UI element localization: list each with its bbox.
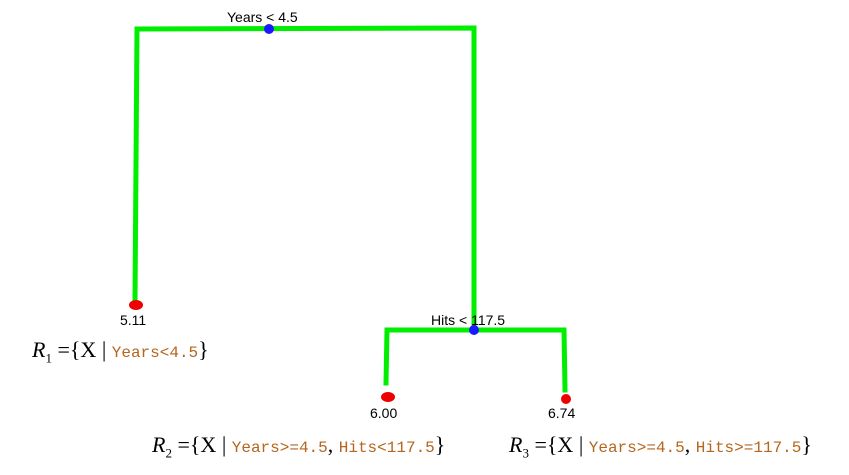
leaf-value-3: 6.74 xyxy=(548,405,575,421)
region-r2-open: {X | xyxy=(189,432,227,457)
region-r3-close: } xyxy=(801,432,812,457)
region-r3-equals: = xyxy=(534,432,547,457)
region-r1-equals: = xyxy=(57,337,70,362)
region-r2-separator: , xyxy=(327,432,334,457)
leaf-value-2: 6.00 xyxy=(370,405,397,421)
region-r1-close: } xyxy=(198,337,209,362)
region-r3-condition-1: Years>=4.5 xyxy=(588,439,685,457)
region-r2-symbol: R xyxy=(152,432,166,457)
region-r3: R3 ={X | Years>=4.5, Hits>=117.5} xyxy=(509,432,812,461)
region-r2-equals: = xyxy=(177,432,190,457)
region-r3-condition-2: Hits>=117.5 xyxy=(695,439,802,457)
region-r2-condition-1: Years>=4.5 xyxy=(231,439,328,457)
leaf-node-3 xyxy=(561,394,571,404)
region-r3-open: {X | xyxy=(546,432,584,457)
region-r1-condition: Years<4.5 xyxy=(111,344,199,362)
region-r2-close: } xyxy=(434,432,446,457)
region-r1-symbol: R xyxy=(32,337,46,362)
region-r3-separator: , xyxy=(684,432,691,457)
region-r1: R1 ={X | Years<4.5} xyxy=(32,337,209,366)
root-split-label: Years < 4.5 xyxy=(227,9,298,25)
region-r2: R2 ={X | Years>=4.5, Hits<117.5} xyxy=(152,432,445,461)
region-r3-subscript: 3 xyxy=(522,445,529,461)
tree-canvas: Years < 4.5 Hits < 117.5 5.11 6.00 6.74 xyxy=(120,9,575,421)
root-split-node xyxy=(264,24,274,34)
region-r3-symbol: R xyxy=(509,432,523,457)
region-r2-subscript: 2 xyxy=(165,445,172,461)
region-r1-open: {X | xyxy=(69,337,107,362)
region-r1-subscript: 1 xyxy=(45,350,52,366)
right-branch xyxy=(383,327,568,393)
regression-tree-diagram: Years < 4.5 Hits < 117.5 5.11 6.00 6.74 … xyxy=(0,0,849,475)
region-r2-condition-2: Hits<117.5 xyxy=(338,439,435,457)
right-split-label: Hits < 117.5 xyxy=(431,312,505,328)
tree-branches xyxy=(132,25,568,393)
leaf-node-1 xyxy=(129,300,143,310)
leaf-value-1: 5.11 xyxy=(120,312,146,328)
leaf-node-2 xyxy=(381,392,395,402)
root-branch xyxy=(132,25,477,329)
